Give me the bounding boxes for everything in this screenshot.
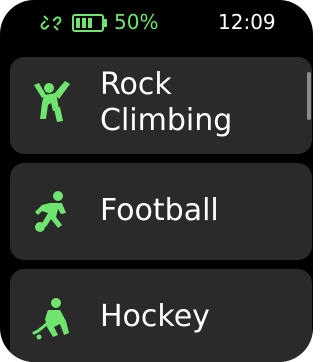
football-icon: [35, 191, 66, 232]
activity-label: Hockey: [100, 299, 210, 334]
activity-item-football[interactable]: Football: [10, 163, 312, 260]
activity-label: Rock Climbing: [100, 67, 233, 138]
watch-screen: 50% 12:09 Rock Climbing Football Hockey: [0, 0, 313, 362]
rock-climbing-icon: [34, 81, 70, 122]
activity-item-rock-climbing[interactable]: Rock Climbing: [10, 57, 312, 154]
activity-item-hockey[interactable]: Hockey: [10, 269, 312, 362]
hockey-icon: [32, 298, 69, 340]
scrollbar[interactable]: [307, 72, 311, 120]
activity-label: Football: [100, 193, 219, 228]
activity-list: Rock Climbing Football Hockey: [0, 0, 313, 362]
